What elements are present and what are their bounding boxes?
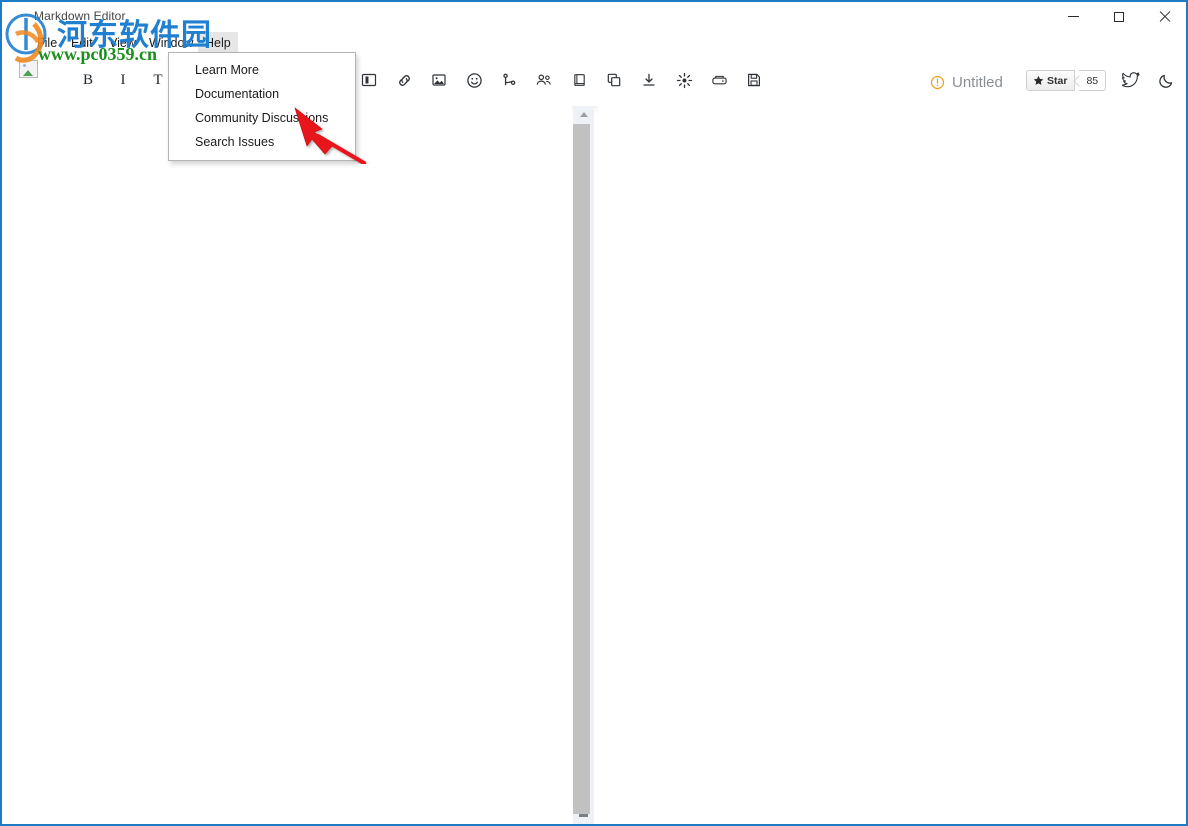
print-button[interactable]	[707, 68, 731, 92]
git-branch-icon	[501, 72, 518, 89]
document-status: Untitled	[930, 74, 1003, 91]
markdown-editor-pane[interactable]	[2, 106, 572, 824]
menu-item-view[interactable]: View	[102, 32, 143, 54]
theme-toggle-button[interactable]	[1154, 68, 1178, 92]
download-button[interactable]	[637, 68, 661, 92]
menu-item-file[interactable]: File	[30, 32, 64, 54]
editor-scrollbar[interactable]	[573, 106, 594, 824]
print-icon	[711, 72, 728, 88]
people-icon	[535, 72, 553, 88]
menu-item-help[interactable]: Help	[198, 32, 238, 54]
emoji-button[interactable]	[462, 68, 486, 92]
image-button[interactable]	[427, 68, 451, 92]
window-title: Markdown Editor	[34, 9, 126, 23]
menu-option-community-discussions[interactable]: Community Discussions	[169, 106, 355, 130]
close-button[interactable]	[1142, 2, 1188, 31]
moon-icon	[1158, 72, 1175, 89]
menu-item-edit[interactable]: Edit	[64, 32, 100, 54]
scroll-up-arrow[interactable]	[573, 106, 594, 123]
warning-circle-icon	[930, 75, 945, 90]
close-icon	[1159, 11, 1171, 23]
maximize-icon	[1114, 12, 1124, 22]
sparkle-icon	[676, 72, 693, 89]
text-style-button[interactable]: T	[146, 68, 170, 92]
star-icon	[1033, 75, 1044, 86]
book-icon	[572, 72, 587, 88]
split-view-icon	[361, 72, 377, 88]
italic-button[interactable]: I	[111, 68, 135, 92]
markdown-preview-pane	[598, 106, 1186, 824]
people-button[interactable]	[532, 68, 556, 92]
save-button[interactable]	[742, 68, 766, 92]
star-button[interactable]: Star	[1026, 70, 1075, 91]
application-window: Markdown Editor File Edit View Window He…	[0, 0, 1188, 826]
maximize-button[interactable]	[1096, 2, 1142, 31]
broken-image-icon	[19, 60, 38, 78]
bold-button[interactable]: B	[76, 68, 100, 92]
copy-button[interactable]	[602, 68, 626, 92]
document-title-label: Untitled	[952, 74, 1003, 91]
minimize-icon	[1068, 16, 1079, 17]
title-bar: Markdown Editor	[2, 2, 1186, 32]
download-icon	[641, 72, 657, 88]
menu-option-learn-more[interactable]: Learn More	[169, 58, 355, 82]
menu-option-search-issues[interactable]: Search Issues	[169, 130, 355, 154]
save-icon	[746, 72, 762, 88]
menu-option-documentation[interactable]: Documentation	[169, 82, 355, 106]
star-widget: Star 85	[1026, 70, 1106, 91]
git-branch-button[interactable]	[497, 68, 521, 92]
split-view-button[interactable]	[357, 68, 381, 92]
minimize-button[interactable]	[1050, 2, 1096, 31]
twitter-bird-icon	[1122, 72, 1140, 88]
link-icon	[396, 72, 413, 89]
scroll-down-arrow[interactable]	[573, 807, 594, 824]
image-icon	[431, 72, 447, 88]
book-button[interactable]	[567, 68, 591, 92]
menu-bar: File Edit View Window Help	[2, 32, 1186, 54]
sparkle-button[interactable]	[672, 68, 696, 92]
link-button[interactable]	[392, 68, 416, 92]
star-count-badge[interactable]: 85	[1079, 70, 1106, 91]
copy-icon	[606, 72, 622, 88]
star-button-label: Star	[1047, 75, 1067, 87]
menu-item-window[interactable]: Window	[142, 32, 200, 54]
emoji-icon	[466, 72, 483, 89]
twitter-button[interactable]	[1119, 68, 1143, 92]
scroll-thumb[interactable]	[573, 124, 590, 814]
help-dropdown-menu: Learn More Documentation Community Discu…	[168, 52, 356, 161]
